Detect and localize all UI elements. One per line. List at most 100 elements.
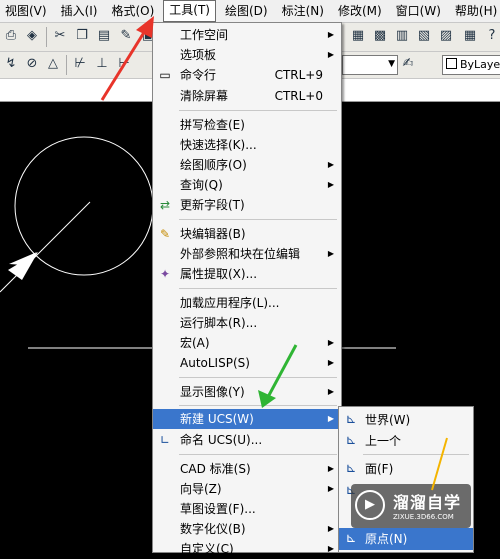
menu-separator bbox=[363, 454, 469, 455]
menu-item-update-fields[interactable]: ⇄ 更新字段(T) bbox=[153, 195, 341, 215]
menu-item-wizards[interactable]: 向导(Z) ▶ bbox=[153, 479, 341, 499]
menu-item-drafting-settings[interactable]: 草图设置(F)... bbox=[153, 499, 341, 519]
plot-icon[interactable]: ⎙ bbox=[3, 28, 19, 44]
menu-item-display-image[interactable]: 显示图像(Y) ▶ bbox=[153, 382, 341, 402]
menu-item-workspaces[interactable]: 工作空间 ▶ bbox=[153, 25, 341, 45]
layer-state-icon[interactable]: ✍ bbox=[400, 56, 416, 72]
attribute-extract-icon: ✦ bbox=[159, 267, 171, 281]
match-properties-icon[interactable]: ✎ bbox=[118, 28, 134, 44]
submenu-arrow-icon: ▶ bbox=[327, 338, 334, 347]
menu-item-label: 加载应用程序(L)... bbox=[180, 296, 280, 310]
menu-item-tablet[interactable]: 数字化仪(B) ▶ bbox=[153, 519, 341, 539]
menu-item-quick-select[interactable]: 快速选择(K)... bbox=[153, 135, 341, 155]
menu-item-shortcut: CTRL+9 bbox=[274, 68, 323, 82]
menu-format[interactable]: 格式(O) bbox=[106, 1, 159, 21]
design-center-icon[interactable]: ▩ bbox=[372, 28, 388, 44]
help-icon[interactable]: ? bbox=[484, 28, 500, 44]
menu-item-spell-check[interactable]: 拼写检查(E) bbox=[153, 115, 341, 135]
dimension-icon[interactable]: ⊬ bbox=[72, 56, 88, 72]
submenu-item-label: 上一个 bbox=[365, 434, 402, 448]
menu-item-named-ucs[interactable]: ∟ 命名 UCS(U)... bbox=[153, 430, 341, 450]
submenu-item-origin[interactable]: ⊾ 原点(N) bbox=[339, 528, 473, 550]
menu-item-cad-standards[interactable]: CAD 标准(S) ▶ bbox=[153, 459, 341, 479]
menu-item-label: 更新字段(T) bbox=[180, 198, 245, 212]
menu-item-load-application[interactable]: 加载应用程序(L)... bbox=[153, 293, 341, 313]
menu-item-label: 块编辑器(B) bbox=[180, 227, 246, 241]
command-line-icon: ▭ bbox=[159, 68, 171, 82]
update-field-icon: ⇄ bbox=[159, 198, 171, 212]
submenu-arrow-icon: ▶ bbox=[327, 180, 334, 189]
submenu-item-face[interactable]: ⊾ 面(F) bbox=[339, 458, 473, 480]
menu-view[interactable]: 视图(V) bbox=[0, 1, 52, 21]
submenu-arrow-icon: ▶ bbox=[327, 50, 334, 59]
menu-separator bbox=[179, 377, 337, 378]
tool-palettes-icon[interactable]: ▥ bbox=[394, 28, 410, 44]
menu-help[interactable]: 帮助(H) bbox=[450, 1, 500, 21]
menu-item-xref-edit[interactable]: 外部参照和块在位编辑 ▶ bbox=[153, 244, 341, 264]
menu-item-run-script[interactable]: 运行脚本(R)... bbox=[153, 313, 341, 333]
menu-item-label: 运行脚本(R)... bbox=[180, 316, 258, 330]
new-ucs-submenu: ⊾ 世界(W) ⊾ 上一个 ⊾ 面(F) ⊾ ⊾ 原点(N) bbox=[338, 406, 474, 553]
menu-item-shortcut: CTRL+0 bbox=[274, 89, 323, 103]
menu-window[interactable]: 窗口(W) bbox=[391, 1, 446, 21]
pan-icon[interactable]: ↯ bbox=[3, 56, 19, 72]
align-icon[interactable]: ⊢ bbox=[116, 56, 132, 72]
menu-modify[interactable]: 修改(M) bbox=[333, 1, 387, 21]
menu-item-label: 新建 UCS(W) bbox=[180, 412, 254, 426]
watermark: ▶ 溜溜自学 ZIXUE.3D66.COM bbox=[351, 484, 471, 528]
menu-dimension[interactable]: 标注(N) bbox=[277, 1, 329, 21]
toolbar-separator bbox=[46, 27, 47, 47]
menu-item-label: 显示图像(Y) bbox=[180, 385, 245, 399]
publish-icon[interactable]: ◈ bbox=[24, 28, 40, 44]
menu-item-command-line[interactable]: ▭ 命令行 CTRL+9 bbox=[153, 65, 341, 85]
menu-item-customize[interactable]: 自定义(C) ▶ bbox=[153, 539, 341, 559]
submenu-item-world[interactable]: ⊾ 世界(W) bbox=[339, 409, 473, 431]
menu-item-label: 自定义(C) bbox=[180, 542, 234, 556]
color-control[interactable]: ByLayer bbox=[442, 55, 500, 75]
no-entry-icon[interactable]: ⊘ bbox=[24, 56, 40, 72]
drawn-line-diagonal[interactable] bbox=[0, 201, 91, 293]
menu-item-label: CAD 标准(S) bbox=[180, 462, 251, 476]
watermark-title: 溜溜自学 bbox=[393, 493, 462, 512]
submenu-arrow-icon: ▶ bbox=[327, 30, 334, 39]
watermark-url: ZIXUE.3D66.COM bbox=[393, 513, 454, 521]
menu-item-macro[interactable]: 宏(A) ▶ bbox=[153, 333, 341, 353]
snap-icon[interactable]: ⊥ bbox=[94, 56, 110, 72]
ucs-origin-icon: ⊾ bbox=[345, 531, 357, 546]
menu-item-label: 草图设置(F)... bbox=[180, 502, 256, 516]
sheet-set-icon[interactable]: ▧ bbox=[416, 28, 432, 44]
menu-item-inquiry[interactable]: 查询(Q) ▶ bbox=[153, 175, 341, 195]
tools-menu: 工作空间 ▶ 选项板 ▶ ▭ 命令行 CTRL+9 清除屏幕 CTRL+0 拼写检查(E)… bbox=[152, 22, 342, 556]
calculator-icon[interactable]: ▦ bbox=[462, 28, 478, 44]
submenu-item-label: 面(F) bbox=[365, 462, 394, 476]
menu-tools[interactable]: 工具(T) bbox=[163, 0, 216, 22]
menu-item-clean-screen[interactable]: 清除屏幕 CTRL+0 bbox=[153, 86, 341, 106]
cut-icon[interactable]: ✂ bbox=[52, 28, 68, 44]
menu-item-block-editor[interactable]: ✎ 块编辑器(B) bbox=[153, 224, 341, 244]
menu-item-draw-order[interactable]: 绘图顺序(O) ▶ bbox=[153, 155, 341, 175]
menu-item-attribute-extract[interactable]: ✦ 属性提取(X)... bbox=[153, 264, 341, 284]
menu-item-label: 外部参照和块在位编辑 bbox=[180, 247, 301, 261]
submenu-arrow-icon: ▶ bbox=[327, 160, 334, 169]
properties-icon[interactable]: ▦ bbox=[350, 28, 366, 44]
submenu-item-label: 原点(N) bbox=[365, 532, 408, 546]
menu-insert[interactable]: 插入(I) bbox=[56, 1, 103, 21]
menu-item-palettes[interactable]: 选项板 ▶ bbox=[153, 45, 341, 65]
menu-item-label: 命令行 bbox=[180, 68, 217, 82]
block-editor-icon: ✎ bbox=[159, 227, 171, 241]
submenu-arrow-icon: ▶ bbox=[327, 544, 334, 553]
menu-item-label: 数字化仪(B) bbox=[180, 522, 246, 536]
triangle-icon[interactable]: △ bbox=[45, 56, 61, 72]
copy-icon[interactable]: ❐ bbox=[74, 28, 90, 44]
menu-draw[interactable]: 绘图(D) bbox=[220, 1, 273, 21]
menu-separator bbox=[179, 288, 337, 289]
paste-icon[interactable]: ▤ bbox=[96, 28, 112, 44]
layer-combo[interactable]: ▼ bbox=[342, 55, 398, 75]
menu-item-label: 选项板 bbox=[180, 48, 217, 62]
chevron-down-icon: ▼ bbox=[388, 59, 395, 69]
ucs-world-icon: ⊾ bbox=[345, 412, 357, 427]
menu-item-autolisp[interactable]: AutoLISP(S) ▶ bbox=[153, 353, 341, 373]
menu-item-new-ucs[interactable]: 新建 UCS(W) ▶ bbox=[153, 409, 341, 429]
markup-icon[interactable]: ▨ bbox=[438, 28, 454, 44]
submenu-item-previous[interactable]: ⊾ 上一个 bbox=[339, 430, 473, 452]
